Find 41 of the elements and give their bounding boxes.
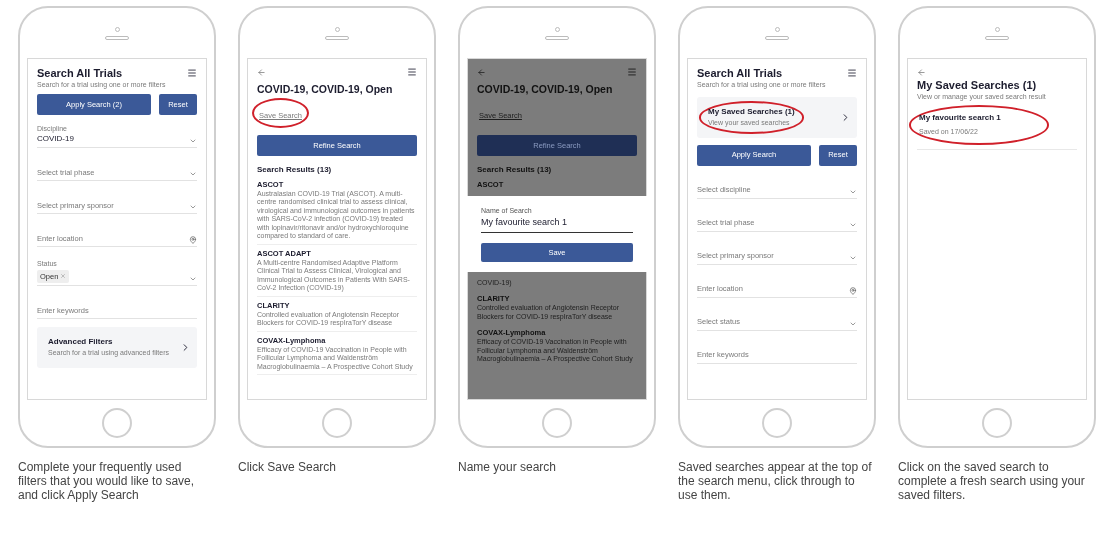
location-pin-icon — [189, 236, 197, 244]
page-title: COVID-19, COVID-19, Open — [257, 82, 393, 97]
page-title: My Saved Searches (1) — [917, 78, 1038, 92]
saved-search-title: My favourite search 1 — [919, 112, 1002, 124]
menu-icon[interactable] — [407, 67, 417, 77]
menu-icon[interactable] — [187, 68, 197, 78]
speaker-icon — [985, 35, 1009, 40]
speaker-icon — [545, 35, 569, 40]
location-pin-icon — [849, 286, 857, 295]
back-arrow-icon[interactable] — [257, 67, 266, 77]
menu-icon[interactable] — [627, 67, 637, 77]
step-caption: Saved searches appear at the top of the search menu, click through to use them. — [678, 460, 873, 502]
speaker-icon — [765, 35, 789, 40]
back-arrow-icon[interactable] — [917, 67, 926, 77]
dropdown-caret-icon — [189, 203, 197, 211]
home-button-icon[interactable] — [102, 408, 132, 438]
dropdown-caret-icon — [189, 137, 197, 145]
speaker-icon — [105, 35, 129, 40]
results-heading: Search Results (13) — [257, 163, 333, 176]
back-arrow-icon[interactable] — [477, 67, 486, 77]
home-button-icon[interactable] — [982, 408, 1012, 438]
card-title: My Saved Searches (1) — [708, 106, 795, 118]
step-caption: Name your search — [458, 460, 558, 474]
results-heading: Search Results (13) — [477, 163, 553, 176]
page-title: Search All Trials — [697, 66, 784, 80]
speaker-icon — [325, 35, 349, 40]
step-caption: Click on the saved search to complete a fresh search using your saved filters. — [898, 460, 1086, 502]
home-button-icon[interactable] — [322, 408, 352, 438]
step-caption: Complete your frequently used filters that you would like to save, and click Apply Search — [18, 460, 196, 502]
field-value: COVID-19 — [37, 133, 74, 145]
dropdown-caret-icon — [189, 170, 197, 178]
search-name-field[interactable]: My favourite search 1 — [481, 216, 633, 233]
card-title: Advanced Filters — [48, 336, 114, 348]
page-title: COVID-19, COVID-19, Open — [477, 82, 613, 97]
home-button-icon[interactable] — [762, 408, 792, 438]
home-button-icon[interactable] — [542, 408, 572, 438]
remove-icon[interactable] — [60, 273, 67, 280]
dropdown-caret-icon — [189, 275, 197, 283]
step-caption: Click Save Search — [238, 460, 338, 474]
menu-icon[interactable] — [847, 68, 857, 78]
page-title: Search All Trials — [37, 66, 124, 80]
